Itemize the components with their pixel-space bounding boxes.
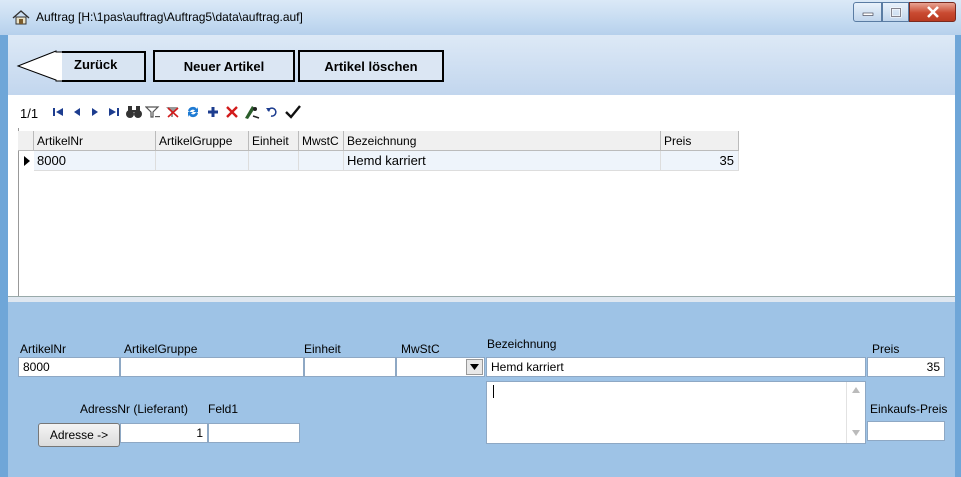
- prior-record-button[interactable]: [67, 102, 87, 122]
- grid-header-einheit[interactable]: Einheit: [249, 131, 299, 151]
- grid-header-preis[interactable]: Preis: [661, 131, 739, 151]
- mwstc-dropdown-button[interactable]: [466, 359, 483, 375]
- label-einkaufspreis: Einkaufs-Preis: [870, 402, 948, 416]
- insert-icon: [208, 107, 218, 117]
- einkaufspreis-field[interactable]: [867, 421, 945, 441]
- table-row-cell-artikelgruppe[interactable]: [156, 151, 249, 171]
- label-adressnr: AdressNr (Lieferant): [80, 402, 189, 416]
- post-button[interactable]: [283, 102, 303, 122]
- last-record-button[interactable]: [104, 102, 124, 122]
- binoculars-icon: [126, 106, 142, 118]
- label-mwstc: MwStC: [401, 342, 440, 356]
- refresh-icon: [188, 106, 198, 118]
- grid-header-bezeichnung[interactable]: Bezeichnung: [344, 131, 661, 151]
- next-record-icon: [92, 108, 98, 116]
- window-border-right: [955, 35, 961, 477]
- grid-corner: [18, 131, 34, 151]
- label-einheit: Einheit: [304, 342, 341, 356]
- preis-field[interactable]: 35: [867, 357, 945, 377]
- last-record-icon: [109, 108, 119, 116]
- einheit-field[interactable]: [304, 357, 396, 377]
- table-row-cell-preis[interactable]: 35: [661, 151, 739, 171]
- memo-scrollbar[interactable]: [846, 382, 865, 443]
- record-counter: 1/1: [20, 106, 39, 121]
- undo-icon: [266, 107, 277, 117]
- toolbar: [8, 35, 955, 95]
- cancel-button[interactable]: [262, 102, 282, 122]
- first-record-icon: [53, 108, 63, 116]
- first-record-button[interactable]: [48, 102, 68, 122]
- bezeichnung-field[interactable]: Hemd karriert: [486, 357, 866, 377]
- new-article-button[interactable]: Neuer Artikel: [153, 50, 295, 82]
- label-artikelgruppe: ArtikelGruppe: [124, 342, 198, 356]
- label-bezeichnung: Bezeichnung: [487, 337, 557, 351]
- edit-icon: [245, 106, 260, 119]
- house-icon: [12, 9, 30, 25]
- table-row-cell-mwstc[interactable]: [299, 151, 344, 171]
- minimize-icon: [862, 12, 873, 16]
- edit-button[interactable]: [242, 102, 262, 122]
- grid-header-mwstc[interactable]: MwstC: [299, 131, 344, 151]
- window-title: Auftrag [H:\1pas\auftrag\Auftrag5\data\a…: [36, 10, 303, 24]
- table-row-cell-artikelnr[interactable]: 8000: [34, 151, 156, 171]
- chevron-down-icon: [470, 364, 479, 370]
- close-icon: [926, 6, 939, 18]
- scroll-down-icon[interactable]: [852, 430, 860, 436]
- close-button[interactable]: [909, 2, 956, 22]
- delete-icon: [226, 106, 238, 118]
- label-feld1: Feld1: [208, 402, 239, 416]
- row-pointer-icon: [24, 156, 30, 166]
- text-cursor: [493, 385, 494, 398]
- label-preis: Preis: [872, 342, 900, 356]
- clear-filter-icon: [166, 107, 179, 118]
- window-border-left: [0, 35, 8, 477]
- artikelnr-field[interactable]: 8000: [18, 357, 120, 377]
- detail-panel-bottom: [8, 452, 955, 477]
- scroll-up-icon[interactable]: [852, 387, 860, 393]
- back-label: Zurück: [74, 57, 118, 72]
- filter-icon: [145, 106, 160, 118]
- checkmark-icon: [285, 105, 301, 119]
- table-row-cell-bezeichnung[interactable]: Hemd karriert: [344, 151, 661, 171]
- table-row-cell-einheit[interactable]: [249, 151, 299, 171]
- memo-field[interactable]: [486, 381, 866, 444]
- grid-header-artikelgruppe[interactable]: ArtikelGruppe: [156, 131, 249, 151]
- search-button[interactable]: [124, 102, 144, 122]
- filter-button[interactable]: [143, 102, 163, 122]
- minimize-button[interactable]: [853, 2, 882, 22]
- artikelgruppe-field[interactable]: [120, 357, 304, 377]
- delete-button[interactable]: [222, 102, 242, 122]
- clear-filter-button[interactable]: [163, 102, 183, 122]
- prior-record-icon: [74, 108, 80, 116]
- maximize-icon: [890, 7, 901, 17]
- refresh-button[interactable]: [183, 102, 203, 122]
- feld1-field[interactable]: [208, 423, 300, 443]
- delete-article-button[interactable]: Artikel löschen: [298, 50, 444, 82]
- maximize-button[interactable]: [882, 2, 909, 22]
- next-record-button[interactable]: [85, 102, 105, 122]
- adressnr-field[interactable]: 1: [120, 423, 208, 443]
- label-artikelnr: ArtikelNr: [20, 342, 67, 356]
- grid-header-artikelnr[interactable]: ArtikelNr: [34, 131, 156, 151]
- adresse-button[interactable]: Adresse ->: [38, 423, 120, 447]
- current-row-indicator: [20, 151, 34, 171]
- insert-button[interactable]: [203, 102, 223, 122]
